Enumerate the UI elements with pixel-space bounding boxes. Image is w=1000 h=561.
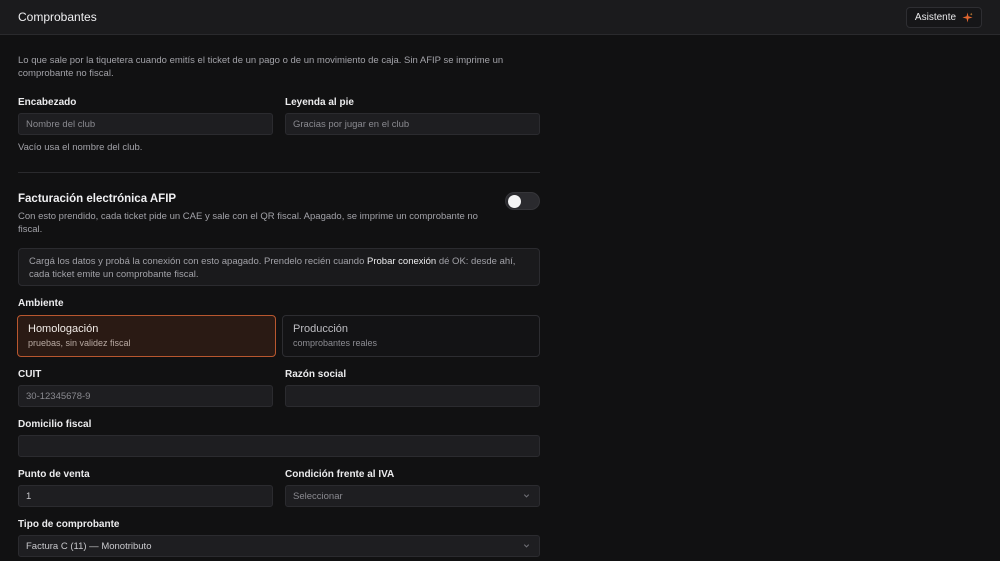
ambiente-label: Ambiente <box>18 298 64 309</box>
punto-venta-value: 1 <box>26 490 32 502</box>
iva-select[interactable]: Seleccionar <box>285 485 540 507</box>
afip-description: Con esto prendido, cada ticket pide un C… <box>18 211 478 235</box>
cuit-label: CUIT <box>18 369 42 380</box>
afip-title: Facturación electrónica AFIP <box>18 193 177 205</box>
leyenda-input[interactable]: Gracias por jugar en el club <box>285 113 540 135</box>
note-text-start: Cargá los datos y probá la conexión con … <box>29 256 368 267</box>
tipo-select[interactable]: Factura C (11) — Monotributo <box>18 535 540 557</box>
page-title: Comprobantes <box>18 10 97 24</box>
ambiente-option-produccion[interactable]: Producción comprobantes reales <box>282 315 540 357</box>
leyenda-label: Leyenda al pie <box>285 97 354 108</box>
top-bar: Comprobantes Asistente <box>0 0 1000 35</box>
razon-social-label: Razón social <box>285 369 347 380</box>
option-title: Producción <box>293 323 349 335</box>
iva-label: Condición frente al IVA <box>285 469 395 480</box>
intro-text: Lo que sale por la tiquetera cuando emit… <box>18 55 504 79</box>
iva-selected: Seleccionar <box>293 490 343 502</box>
afip-info-note: Cargá los datos y probá la conexión con … <box>18 248 540 286</box>
sparkle-icon <box>962 12 973 23</box>
cuit-placeholder: 30-12345678-9 <box>26 390 91 402</box>
encabezado-label: Encabezado <box>18 97 77 108</box>
razon-social-input[interactable] <box>285 385 540 407</box>
encabezado-help: Vacío usa el nombre del club. <box>18 142 143 153</box>
option-title: Homologación <box>28 323 99 335</box>
afip-toggle[interactable] <box>505 192 540 210</box>
encabezado-placeholder: Nombre del club <box>26 118 96 130</box>
option-subtitle: comprobantes reales <box>293 338 378 348</box>
probar-conexion-link: Probar conexión <box>367 256 437 267</box>
domicilio-label: Domicilio fiscal <box>18 419 92 430</box>
assistant-label: Asistente <box>914 12 957 23</box>
punto-venta-input[interactable]: 1 <box>18 485 273 507</box>
domicilio-input[interactable] <box>18 435 540 457</box>
punto-venta-label: Punto de venta <box>18 469 90 480</box>
option-subtitle: pruebas, sin validez fiscal <box>28 338 131 348</box>
cuit-input[interactable]: 30-12345678-9 <box>18 385 273 407</box>
tipo-label: Tipo de comprobante <box>18 519 120 530</box>
tipo-selected: Factura C (11) — Monotributo <box>26 540 152 552</box>
assistant-button[interactable]: Asistente <box>906 7 982 28</box>
encabezado-input[interactable]: Nombre del club <box>18 113 273 135</box>
section-divider <box>18 172 540 173</box>
ambiente-option-homologacion[interactable]: Homologación pruebas, sin validez fiscal <box>17 315 276 357</box>
leyenda-placeholder: Gracias por jugar en el club <box>293 118 410 130</box>
chevron-down-icon <box>522 541 531 553</box>
toggle-knob <box>508 195 521 208</box>
chevron-down-icon <box>522 491 531 503</box>
